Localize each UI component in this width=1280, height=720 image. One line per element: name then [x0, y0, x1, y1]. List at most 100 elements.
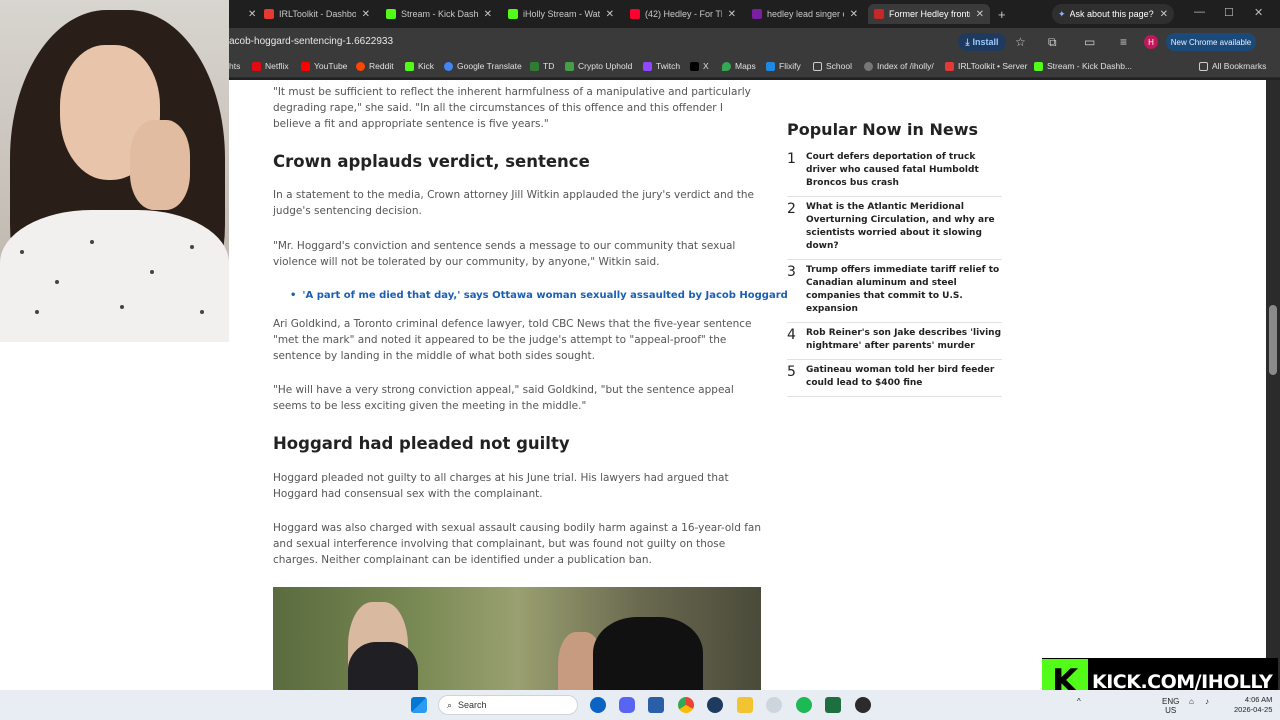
- bookmark-irltoolkit-server[interactable]: IRLToolkit • Server: [945, 61, 1027, 71]
- bookmark-index-iholly[interactable]: Index of /iholly/: [864, 61, 934, 71]
- bookmark-item[interactable]: hts: [229, 61, 240, 71]
- close-icon[interactable]: ✕: [362, 9, 370, 20]
- edge-icon[interactable]: [590, 697, 606, 713]
- bookmark-netflix[interactable]: Netflix: [252, 61, 289, 71]
- close-icon[interactable]: ✕: [484, 9, 492, 20]
- windows-taskbar: ⌕ Search ^ ENG US ⌂ ♪ 4:06 AM 2026-04-25: [0, 690, 1280, 720]
- all-bookmarks-button[interactable]: All Bookmarks: [1199, 61, 1266, 71]
- close-icon[interactable]: ✕: [606, 9, 614, 20]
- close-icon[interactable]: ✕: [1160, 9, 1168, 20]
- windows-start-icon[interactable]: [411, 697, 427, 713]
- tab-close-overflow[interactable]: ✕: [236, 4, 256, 24]
- bookmark-x[interactable]: X: [690, 61, 709, 71]
- tab-kick-dashboard[interactable]: Stream - Kick Dashboard ✕: [380, 4, 498, 24]
- bookmark-kick-dashboard[interactable]: Stream - Kick Dashb...: [1034, 61, 1132, 71]
- folder-icon: [1199, 61, 1208, 71]
- bookmark-crypto-uphold[interactable]: Crypto Uphold: [565, 61, 632, 71]
- ask-about-page-button[interactable]: ✦ Ask about this page? ✕: [1052, 4, 1174, 24]
- tab-irltoolkit[interactable]: IRLToolkit - Dashboard ✕: [258, 4, 376, 24]
- webcam-overlay: [0, 0, 229, 342]
- scrollbar-thumb[interactable]: [1269, 305, 1277, 375]
- popular-item[interactable]: 3 Trump offers immediate tariff relief t…: [787, 260, 1002, 323]
- app-icon[interactable]: [855, 697, 871, 713]
- bookmark-star-icon[interactable]: ☆: [1015, 35, 1026, 49]
- bookmark-school[interactable]: School: [813, 61, 852, 71]
- plus-icon: +: [998, 6, 1006, 22]
- bookmark-label: Netflix: [265, 61, 289, 71]
- address-bar[interactable]: acob-hoggard-sentencing-1.6622933: [229, 36, 393, 47]
- cast-icon[interactable]: ▭: [1084, 35, 1095, 49]
- sparkle-icon: ✦: [1058, 8, 1066, 19]
- media-controls-icon[interactable]: ≡: [1120, 35, 1127, 49]
- install-icon: ⤓: [965, 36, 970, 47]
- popular-rank: 2: [787, 201, 796, 217]
- folder-icon: [813, 61, 822, 71]
- bookmark-maps[interactable]: Maps: [722, 61, 756, 71]
- tab-youtube-hedley[interactable]: (42) Hedley - For The ✕: [624, 4, 742, 24]
- popular-rank: 3: [787, 264, 796, 280]
- close-icon[interactable]: ✕: [850, 9, 858, 20]
- bookmark-reddit[interactable]: Reddit: [356, 61, 394, 71]
- close-icon[interactable]: ✕: [728, 9, 736, 20]
- popular-headline[interactable]: Rob Reiner's son Jake describes 'living …: [806, 327, 1002, 353]
- popular-item[interactable]: 2 What is the Atlantic Meridional Overtu…: [787, 197, 1002, 260]
- bookmark-flixify[interactable]: Flixify: [766, 61, 801, 71]
- taskbar-search[interactable]: ⌕ Search: [438, 695, 578, 715]
- chrome-icon[interactable]: [678, 697, 694, 713]
- lang-region: US: [1165, 706, 1177, 715]
- bookmark-label: School: [826, 61, 852, 71]
- new-tab-button[interactable]: +: [992, 4, 1010, 24]
- popular-headline[interactable]: Gatineau woman told her bird feeder coul…: [806, 364, 1002, 390]
- tab-yahoo-search[interactable]: hedley lead singer cha ✕: [746, 4, 864, 24]
- vpn-icon[interactable]: [707, 697, 723, 713]
- kick-favicon-icon: [386, 9, 396, 19]
- volume-icon[interactable]: ♪: [1205, 697, 1209, 706]
- bookmark-label: Flixify: [779, 61, 801, 71]
- popular-item[interactable]: 5 Gatineau woman told her bird feeder co…: [787, 360, 1002, 397]
- minimize-icon[interactable]: —: [1194, 6, 1205, 18]
- excel-icon[interactable]: [825, 697, 841, 713]
- bookmark-label: Google Translate: [457, 61, 522, 71]
- x-icon: [690, 61, 699, 71]
- discord-icon[interactable]: [619, 697, 635, 713]
- bookmark-twitch[interactable]: Twitch: [643, 61, 680, 71]
- tray-chevron-icon[interactable]: ^: [1077, 697, 1081, 706]
- popular-item[interactable]: 4 Rob Reiner's son Jake describes 'livin…: [787, 323, 1002, 360]
- bookmark-youtube[interactable]: YouTube: [301, 61, 347, 71]
- map-pin-icon: [722, 61, 731, 71]
- page-scrollbar[interactable]: [1266, 80, 1280, 690]
- bookmark-google-translate[interactable]: Google Translate: [444, 61, 522, 71]
- window-close-icon[interactable]: ✕: [1254, 6, 1263, 19]
- popular-headline[interactable]: Court defers deportation of truck driver…: [806, 151, 1002, 190]
- close-icon[interactable]: ✕: [976, 9, 984, 20]
- obs-icon[interactable]: [766, 697, 782, 713]
- store-icon[interactable]: [648, 697, 664, 713]
- kick-icon: [405, 61, 414, 71]
- globe-icon: [864, 61, 873, 71]
- popular-headline[interactable]: Trump offers immediate tariff relief to …: [806, 264, 1002, 316]
- install-button[interactable]: ⤓ Install: [958, 33, 1006, 51]
- related-story-link[interactable]: 'A part of me died that day,' says Ottaw…: [290, 290, 787, 301]
- file-explorer-icon[interactable]: [737, 697, 753, 713]
- webcam-hand: [130, 120, 190, 210]
- maximize-icon[interactable]: ☐: [1224, 6, 1234, 19]
- spotify-icon[interactable]: [796, 697, 812, 713]
- uphold-icon: [565, 61, 574, 71]
- bookmark-td[interactable]: TD: [530, 61, 554, 71]
- tab-iholly-stream[interactable]: iHolly Stream - Watch ✕: [502, 4, 620, 24]
- bookmark-kick[interactable]: Kick: [405, 61, 434, 71]
- popular-headline[interactable]: What is the Atlantic Meridional Overturn…: [806, 201, 1002, 253]
- bookmark-label: Twitch: [656, 61, 681, 71]
- close-icon[interactable]: ✕: [248, 9, 256, 20]
- webcam-shirt: [0, 210, 229, 342]
- popular-item[interactable]: 1 Court defers deportation of truck driv…: [787, 147, 1002, 197]
- profile-avatar[interactable]: H: [1144, 35, 1158, 49]
- language-indicator[interactable]: ENG US: [1162, 697, 1179, 715]
- popular-title: Popular Now in News: [787, 120, 979, 139]
- extensions-icon[interactable]: ⧉: [1048, 35, 1057, 50]
- network-icon[interactable]: ⌂: [1189, 697, 1194, 706]
- new-chrome-available-button[interactable]: New Chrome available: [1166, 33, 1256, 51]
- taskbar-clock[interactable]: 4:06 AM 2026-04-25: [1234, 695, 1272, 715]
- bookmark-label: hts: [229, 61, 241, 71]
- tab-cbc-article[interactable]: Former Hedley frontm ✕: [868, 4, 990, 24]
